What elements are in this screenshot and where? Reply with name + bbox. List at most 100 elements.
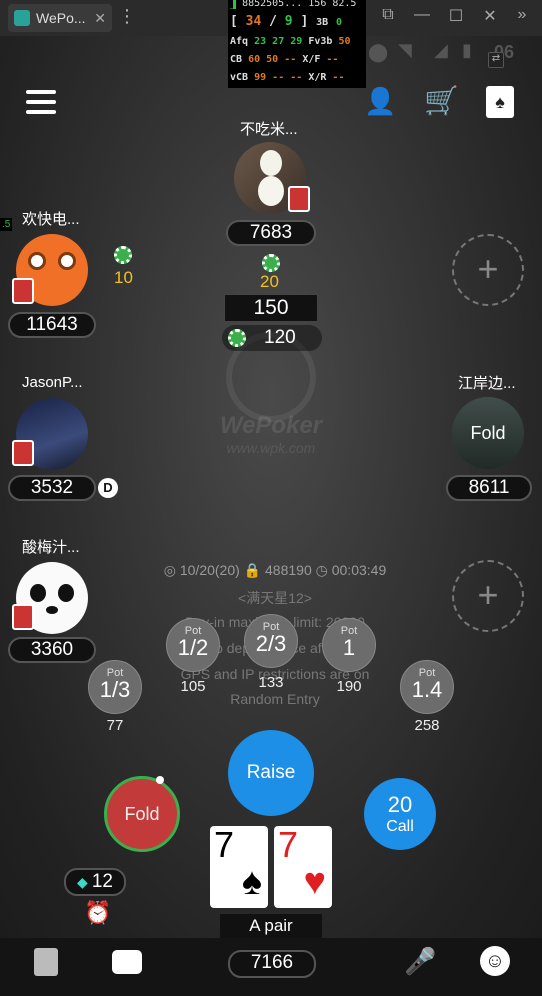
player-left1-cards-icon xyxy=(12,278,34,304)
add-seat-button[interactable]: + xyxy=(452,234,524,306)
hud-3b-label: 3B xyxy=(316,17,329,28)
hud-fv3b-label: Fv3b xyxy=(308,36,333,47)
player-left3-name: 酸梅汁... xyxy=(22,539,80,556)
heart-icon: ♥ xyxy=(303,861,326,903)
collapse-icon[interactable]: » xyxy=(512,6,532,24)
player-left2-name: JasonP... xyxy=(22,374,83,391)
call-button[interactable]: 20 Call xyxy=(364,778,436,850)
pot-fraction: 1 xyxy=(342,635,356,660)
clock-icon: ◷ xyxy=(315,562,328,578)
pot-full-button[interactable]: Pot 1 xyxy=(322,618,376,672)
microphone-icon[interactable]: 🎤 xyxy=(404,946,436,977)
blinds-icon: ◎ xyxy=(163,562,176,578)
table-time: 00:03:49 xyxy=(331,562,387,578)
table-name: <满天星12> xyxy=(238,590,312,606)
timer-indicator xyxy=(156,776,164,784)
tab-close-icon[interactable]: ✕ xyxy=(94,10,106,27)
hud-sep: / xyxy=(269,14,277,29)
card-rank: 7 xyxy=(214,824,235,865)
hud-fv3b-val: 50 xyxy=(338,36,351,47)
tab-title: WePo... xyxy=(36,10,86,26)
pot-third-button[interactable]: Pot 1/3 xyxy=(88,660,142,714)
player-right2-avatar[interactable]: Fold xyxy=(452,397,524,469)
add-seat-button[interactable]: + xyxy=(452,560,524,632)
hud-3b-val: 0 xyxy=(335,17,343,28)
cards-icon[interactable]: ♠ xyxy=(486,86,514,118)
table-info: ◎ 10/20(20) 🔒 488190 ◷ 00:03:49 xyxy=(130,562,420,579)
watermark-brand: WePoker xyxy=(219,412,323,439)
pot-fraction: 2/3 xyxy=(255,631,287,656)
pot-one-point-four-button[interactable]: Pot 1.4 xyxy=(400,660,454,714)
chip-icon xyxy=(114,246,132,264)
hud-cb-label: CB xyxy=(230,54,243,65)
restore-icon[interactable]: ⧉ xyxy=(378,6,398,24)
player-left3-cards-icon xyxy=(12,604,34,630)
hud-row1-text: 8852505... 156 82.5 xyxy=(242,0,357,9)
pot-fraction: 1/3 xyxy=(99,677,131,702)
minimize-icon[interactable]: — xyxy=(412,6,432,24)
hud-toggle-icon[interactable]: ⇄ xyxy=(488,52,504,68)
hud-vcb-label: vCB xyxy=(230,72,249,83)
hud-xf-val: -- xyxy=(326,54,339,65)
table-id: 488190 xyxy=(265,562,312,578)
player-top-bet: 20 xyxy=(260,272,279,291)
hud-xr-label: X/R xyxy=(308,72,327,83)
maximize-icon[interactable]: ☐ xyxy=(446,6,466,26)
player-left3-stack: 3360 xyxy=(8,637,96,663)
player-left2-stack: 3532 xyxy=(8,475,96,501)
hole-card-2: 7 ♥ xyxy=(274,826,332,908)
gem-count: 12 xyxy=(91,871,113,892)
menu-icon[interactable] xyxy=(26,90,56,114)
pot-two-thirds-amount: 133 xyxy=(258,674,284,691)
stats-icon[interactable] xyxy=(34,948,58,976)
add-friend-icon[interactable]: 👤 xyxy=(364,86,396,117)
hud-afq-a: 23 xyxy=(254,36,267,47)
app-logo-icon xyxy=(14,10,30,26)
chat-icon[interactable] xyxy=(112,950,142,974)
battery-icon: ▮ xyxy=(462,40,472,60)
pot-fraction: 1/2 xyxy=(177,635,209,660)
gem-counter[interactable]: ◆ 12 xyxy=(64,868,126,896)
signal-icon: ◢ xyxy=(434,40,448,60)
pot-third-amount: 77 xyxy=(106,717,124,734)
call-label: Call xyxy=(386,818,414,835)
my-stack: 7166 xyxy=(228,950,316,978)
cart-icon[interactable]: 🛒 xyxy=(424,84,459,117)
hud-afq-label: Afq xyxy=(230,36,249,47)
pot-one-point-four-amount: 258 xyxy=(414,717,440,734)
hud-cb-c: -- xyxy=(284,54,297,65)
player-right2-name: 江岸边... xyxy=(458,375,516,392)
close-window-icon[interactable]: ✕ xyxy=(480,6,500,26)
pot-full-amount: 190 xyxy=(336,678,362,695)
hand-strength-label: A pair xyxy=(220,914,322,938)
alarm-icon[interactable]: ⏰ xyxy=(84,900,111,926)
hud-vcb-b: -- xyxy=(272,72,285,83)
dealer-button: D xyxy=(98,478,118,498)
watermark-url: www.wpk.com xyxy=(226,440,316,456)
hud-afq-b: 27 xyxy=(272,36,285,47)
pot-two-thirds-button[interactable]: Pot 2/3 xyxy=(244,614,298,668)
gem-icon: ◆ xyxy=(77,874,88,890)
player-top-name: 不吃米... xyxy=(240,121,298,138)
player-left1-name: 欢快电... xyxy=(22,211,80,228)
hud-vcb-a: 99 xyxy=(254,72,267,83)
card-rank: 7 xyxy=(278,824,299,865)
raise-button[interactable]: Raise xyxy=(228,730,314,816)
pot-half-button[interactable]: Pot 1/2 xyxy=(166,618,220,672)
hud-cb-b: 50 xyxy=(266,54,279,65)
player-top-stack: 7683 xyxy=(226,220,316,246)
player-left1-stack: 11643 xyxy=(8,312,96,338)
browser-tab[interactable]: WePo... ✕ xyxy=(8,4,112,32)
emoji-icon[interactable]: ☺ xyxy=(480,946,510,976)
hud-row-id: ▌ 8852505... 156 82.5 xyxy=(230,0,357,9)
player-left1-bet: 10 xyxy=(114,268,133,287)
player-right2-status: Fold xyxy=(452,397,524,469)
chip-icon xyxy=(228,329,246,347)
fold-button[interactable]: Fold xyxy=(104,776,180,852)
hud-cb-a: 60 xyxy=(248,54,261,65)
tab-menu-icon[interactable]: ⋮ xyxy=(118,6,136,27)
call-amount: 20 xyxy=(387,792,413,817)
hud-xr-val: -- xyxy=(332,72,345,83)
chip-icon xyxy=(262,254,280,272)
hud-xf-label: X/F xyxy=(302,54,321,65)
